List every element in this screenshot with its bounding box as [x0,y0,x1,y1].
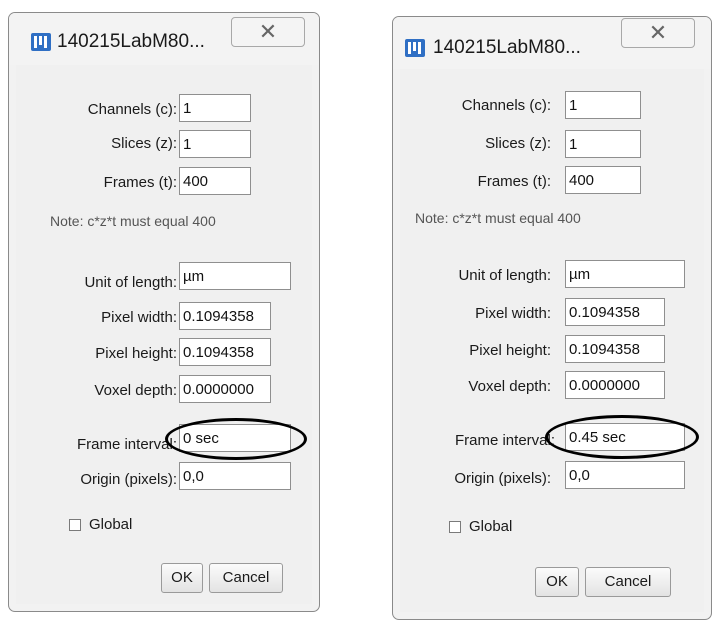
frame-interval-input[interactable] [565,423,685,451]
cancel-button[interactable]: Cancel [585,567,671,597]
ok-button[interactable]: OK [161,563,203,593]
cancel-button[interactable]: Cancel [209,563,283,593]
slices-label: Slices (z): [485,135,551,152]
pixel-height-input[interactable] [179,338,271,366]
imagej-app-icon [31,33,51,51]
channels-label: Channels (c): [461,97,551,114]
constraint-note: Note: c*z*t must equal 400 [415,210,581,226]
properties-dialog-left: 140215LabM80... ✕ Channels (c): Slices (… [8,12,320,612]
global-checkbox[interactable] [69,518,81,531]
close-icon: ✕ [648,20,668,45]
properties-dialog-right: 140215LabM80... ✕ Channels (c): Slices (… [392,16,712,620]
title-bar: 140215LabM80... ✕ [9,13,319,65]
origin-input[interactable] [565,461,685,489]
frames-label: Frames (t): [477,173,551,190]
voxel-depth-input[interactable] [565,371,665,399]
global-option[interactable]: Global [449,518,512,535]
frames-input[interactable] [565,166,641,194]
unit-of-length-input[interactable] [565,260,685,288]
pixel-width-label: Pixel width: [475,305,551,322]
unit-of-length-label: Unit of length: [458,267,551,284]
title-bar: 140215LabM80... ✕ [393,17,711,69]
close-button[interactable]: ✕ [231,17,305,47]
window-title: 140215LabM80... [433,37,581,58]
frame-interval-label: Frame interval: [454,432,555,449]
unit-of-length-input[interactable] [179,262,291,290]
frames-input[interactable] [179,167,251,195]
close-icon: ✕ [258,19,278,44]
pixel-height-label: Pixel height: [95,345,177,362]
ok-button[interactable]: OK [535,567,579,597]
origin-label: Origin (pixels): [80,471,177,488]
slices-label: Slices (z): [111,135,177,152]
close-button[interactable]: ✕ [621,18,695,48]
frame-interval-label: Frame interval: [76,436,177,453]
frames-label: Frames (t): [103,174,177,191]
global-label: Global [89,516,133,533]
voxel-depth-label: Voxel depth: [94,382,177,399]
channels-label: Channels (c): [87,101,177,118]
frame-interval-input[interactable] [179,424,291,452]
pixel-height-input[interactable] [565,335,665,363]
origin-input[interactable] [179,462,291,490]
voxel-depth-input[interactable] [179,375,271,403]
channels-input[interactable] [565,91,641,119]
constraint-note: Note: c*z*t must equal 400 [50,213,216,229]
channels-input[interactable] [179,94,251,122]
voxel-depth-label: Voxel depth: [468,378,551,395]
pixel-height-label: Pixel height: [469,342,551,359]
unit-of-length-label: Unit of length: [84,274,177,291]
global-label: Global [469,518,513,535]
global-option[interactable]: Global [69,516,132,533]
slices-input[interactable] [179,130,251,158]
slices-input[interactable] [565,130,641,158]
global-checkbox[interactable] [449,520,461,533]
pixel-width-label: Pixel width: [101,309,177,326]
pixel-width-input[interactable] [565,298,665,326]
pixel-width-input[interactable] [179,302,271,330]
origin-label: Origin (pixels): [454,470,551,487]
window-title: 140215LabM80... [57,31,205,52]
imagej-app-icon [405,39,425,57]
